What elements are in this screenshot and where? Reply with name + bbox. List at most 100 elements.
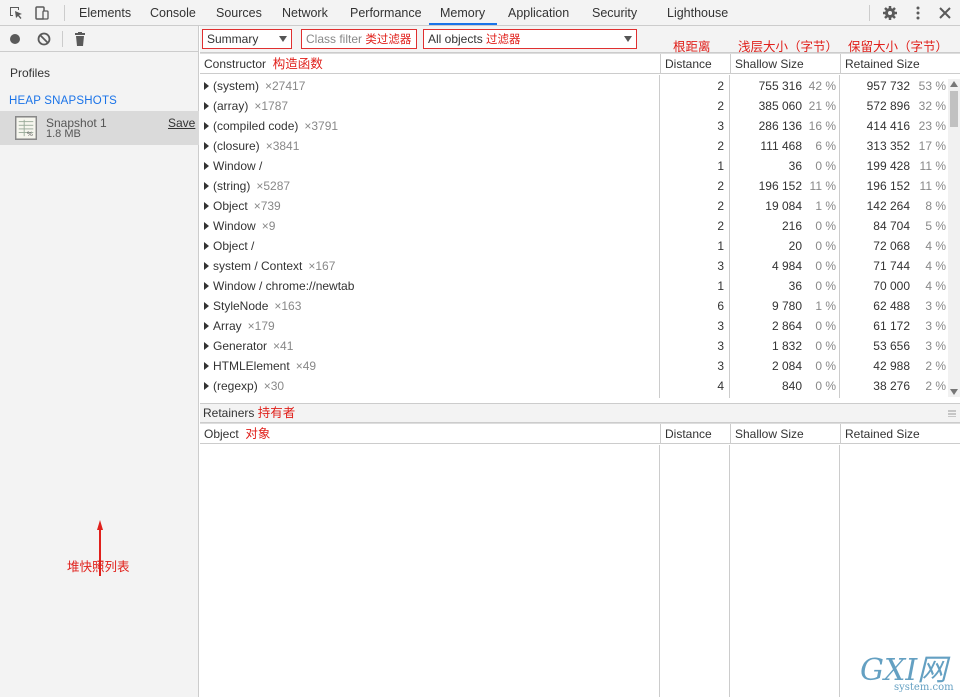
table-row[interactable]: Generator ×41 3 1 832 0 % 53 656 3 %	[200, 336, 960, 356]
constructor-name: Object /	[213, 239, 255, 253]
inspect-element-icon[interactable]	[8, 5, 24, 21]
expand-triangle-icon[interactable]	[204, 102, 209, 110]
tab-network[interactable]: Network	[282, 0, 328, 26]
column-header-distance[interactable]: Distance	[660, 424, 730, 444]
table-row[interactable]: Window / 1 36 0 % 199 428 11 %	[200, 156, 960, 176]
scroll-up-arrow-icon[interactable]	[950, 81, 958, 87]
column-header-retained-size[interactable]: Retained Size	[840, 54, 960, 74]
expand-triangle-icon[interactable]	[204, 122, 209, 130]
column-header-shallow-size[interactable]: Shallow Size	[730, 424, 840, 444]
snapshot-toolbar: Summary Class filter 类过滤器 All objects 过滤…	[200, 26, 960, 54]
table-scrollbar[interactable]	[948, 79, 960, 397]
tab-performance[interactable]: Performance	[350, 0, 422, 26]
close-icon[interactable]	[937, 5, 953, 21]
expand-triangle-icon[interactable]	[204, 162, 209, 170]
shallow-size-percent: 11 %	[809, 179, 836, 193]
distance-cell: 2	[717, 219, 724, 233]
expand-triangle-icon[interactable]	[204, 302, 209, 310]
table-row[interactable]: (string) ×5287 2 196 152 11 % 196 152 11 %	[200, 176, 960, 196]
expand-triangle-icon[interactable]	[204, 242, 209, 250]
expand-triangle-icon[interactable]	[204, 362, 209, 370]
table-row[interactable]: StyleNode ×163 6 9 780 1 % 62 488 3 %	[200, 296, 960, 316]
shallow-size-cell: 111 468	[760, 139, 802, 153]
expand-triangle-icon[interactable]	[204, 262, 209, 270]
tab-lighthouse[interactable]: Lighthouse	[667, 0, 728, 26]
objects-filter-select[interactable]: All objects 过滤器	[423, 29, 637, 49]
shallow-size-percent: 0 %	[815, 319, 836, 333]
column-header-retained-size[interactable]: Retained Size	[840, 424, 960, 444]
scrollbar-thumb[interactable]	[950, 91, 958, 127]
column-header-distance[interactable]: Distance	[660, 54, 730, 74]
column-header-shallow-size[interactable]: Shallow Size	[730, 54, 840, 74]
constructor-name: (closure)	[213, 139, 260, 153]
table-row[interactable]: system / Context ×167 3 4 984 0 % 71 744 4 %	[200, 256, 960, 276]
retained-size-percent: 3 %	[925, 339, 946, 353]
distance-cell: 3	[717, 339, 724, 353]
view-mode-select[interactable]: Summary	[202, 29, 292, 49]
constructor-name: (regexp)	[213, 379, 258, 393]
scroll-down-arrow-icon[interactable]	[950, 389, 958, 395]
table-row[interactable]: Object / 1 20 0 % 72 068 4 %	[200, 236, 960, 256]
class-filter-input[interactable]: Class filter 类过滤器	[301, 29, 417, 49]
constructor-table-body: (system) ×27417 2 755 316 42 % 957 732 53 % (ar…	[200, 75, 960, 398]
constructor-name: system / Context	[213, 259, 303, 273]
device-toolbar-icon[interactable]	[33, 5, 49, 21]
retainers-label: Retainers	[203, 406, 255, 420]
expand-triangle-icon[interactable]	[204, 142, 209, 150]
tab-elements[interactable]: Elements	[79, 0, 131, 26]
snapshot-item[interactable]: % Snapshot 1 1.8 MB Save	[0, 111, 199, 145]
table-row[interactable]: Window ×9 2 216 0 % 84 704 5 %	[200, 216, 960, 236]
clear-all-icon[interactable]	[37, 32, 51, 46]
table-row[interactable]: HTMLElement ×49 3 2 084 0 % 42 988 2 %	[200, 356, 960, 376]
shallow-size-percent: 6 %	[815, 139, 836, 153]
expand-triangle-icon[interactable]	[204, 202, 209, 210]
retained-size-percent: 32 %	[918, 99, 946, 113]
settings-gear-icon[interactable]	[882, 5, 898, 21]
constructor-name: Window	[213, 219, 256, 233]
table-row[interactable]: (regexp) ×30 4 840 0 % 38 276 2 %	[200, 376, 960, 396]
retained-size-cell: 572 896	[866, 99, 910, 113]
retained-size-percent: 3 %	[925, 319, 946, 333]
retained-size-percent: 5 %	[925, 219, 946, 233]
expand-triangle-icon[interactable]	[204, 82, 209, 90]
heap-snapshot-view: Summary Class filter 类过滤器 All objects 过滤…	[200, 26, 960, 697]
constructor-table-header: Constructor 构造函数 Distance Shallow Size R…	[200, 53, 960, 74]
expand-triangle-icon[interactable]	[204, 322, 209, 330]
instance-count: ×49	[295, 359, 317, 373]
toolbar-divider	[62, 31, 63, 47]
more-options-icon[interactable]	[910, 5, 926, 21]
column-header-constructor[interactable]: Constructor 构造函数	[200, 54, 660, 74]
table-row[interactable]: (closure) ×3841 2 111 468 6 % 313 352 17 %	[200, 136, 960, 156]
distance-cell: 2	[717, 79, 724, 93]
tab-sources[interactable]: Sources	[216, 0, 262, 26]
resize-handle-icon[interactable]	[948, 410, 956, 417]
tab-security[interactable]: Security	[592, 0, 637, 26]
retained-size-percent: 3 %	[925, 299, 946, 313]
constructor-name: (array)	[213, 99, 249, 113]
constructor-cell: (closure) ×3841	[204, 136, 299, 156]
shallow-size-cell: 4 984	[771, 259, 802, 273]
expand-triangle-icon[interactable]	[204, 222, 209, 230]
retained-size-cell: 957 732	[866, 79, 910, 93]
shallow-size-cell: 2 864	[771, 319, 802, 333]
table-row[interactable]: (system) ×27417 2 755 316 42 % 957 732 53 %	[200, 76, 960, 96]
tab-application[interactable]: Application	[508, 0, 569, 26]
instance-count: ×739	[253, 199, 281, 213]
distance-cell: 3	[717, 259, 724, 273]
table-row[interactable]: Window / chrome://newtab 1 36 0 % 70 000 4 %	[200, 276, 960, 296]
table-row[interactable]: Object ×739 2 19 084 1 % 142 264 8 %	[200, 196, 960, 216]
expand-triangle-icon[interactable]	[204, 342, 209, 350]
column-header-object[interactable]: Object 对象	[200, 424, 660, 444]
table-row[interactable]: (array) ×1787 2 385 060 21 % 572 896 32 %	[200, 96, 960, 116]
object-header-label: Object	[204, 427, 239, 441]
save-snapshot-link[interactable]: Save	[168, 116, 195, 130]
expand-triangle-icon[interactable]	[204, 282, 209, 290]
record-icon[interactable]	[9, 33, 21, 45]
expand-triangle-icon[interactable]	[204, 382, 209, 390]
table-row[interactable]: (compiled code) ×3791 3 286 136 16 % 414 416 2…	[200, 116, 960, 136]
expand-triangle-icon[interactable]	[204, 182, 209, 190]
trash-icon[interactable]	[74, 32, 86, 46]
constructor-name: HTMLElement	[213, 359, 290, 373]
tab-console[interactable]: Console	[150, 0, 196, 26]
table-row[interactable]: Array ×179 3 2 864 0 % 61 172 3 %	[200, 316, 960, 336]
